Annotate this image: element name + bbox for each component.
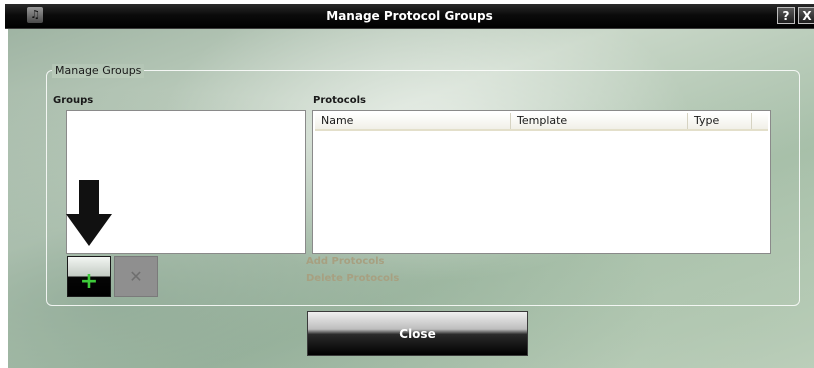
help-button[interactable]: ? xyxy=(777,7,795,24)
plus-icon: + xyxy=(79,269,99,294)
x-icon: ✕ xyxy=(129,267,143,286)
close-button[interactable]: Close xyxy=(307,311,528,356)
delete-group-button[interactable]: ✕ xyxy=(114,256,158,297)
protocols-label: Protocols xyxy=(313,95,366,106)
add-group-button[interactable]: + xyxy=(67,256,111,297)
column-header-template[interactable]: Template xyxy=(511,113,688,129)
groups-label: Groups xyxy=(53,95,94,106)
protocols-table-header: Name Template Type xyxy=(315,113,768,131)
dialog-content: Manage Groups Groups Protocols Name Temp… xyxy=(8,29,814,368)
protocols-table[interactable]: Name Template Type xyxy=(312,110,771,254)
window-title: Manage Protocol Groups xyxy=(326,9,493,23)
manage-protocol-groups-window: ♫ Manage Protocol Groups ? X Manage Grou… xyxy=(0,0,814,368)
close-window-button[interactable]: X xyxy=(798,7,814,24)
down-arrow-icon xyxy=(66,180,112,246)
delete-protocols-link[interactable]: Delete Protocols xyxy=(306,273,399,285)
add-protocols-link[interactable]: Add Protocols xyxy=(306,256,385,268)
manage-groups-title: Manage Groups xyxy=(52,64,145,78)
column-header-name[interactable]: Name xyxy=(315,113,511,129)
title-bar[interactable]: ♫ Manage Protocol Groups ? X xyxy=(5,4,814,29)
column-header-type[interactable]: Type xyxy=(688,113,752,129)
